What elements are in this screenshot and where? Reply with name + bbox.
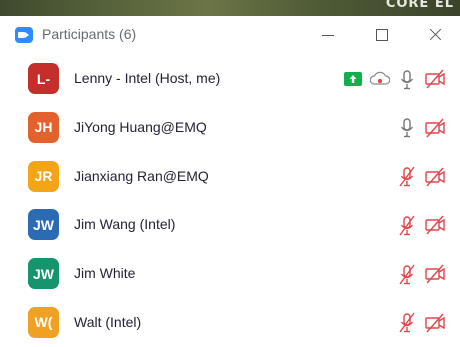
title-bar: Participants (6) bbox=[0, 16, 460, 54]
participant-row[interactable]: W( Walt (Intel) bbox=[0, 298, 460, 347]
participant-name: Jim Wang (Intel) bbox=[74, 216, 176, 233]
avatar: L- bbox=[28, 63, 59, 94]
participant-name: Lenny - Intel (Host, me) bbox=[74, 70, 221, 86]
video-off-icon[interactable] bbox=[424, 214, 446, 236]
close-button[interactable] bbox=[422, 22, 450, 48]
cloud-recording-icon[interactable] bbox=[370, 69, 390, 89]
minimize-button[interactable] bbox=[314, 22, 342, 48]
participant-name: Walt (Intel) bbox=[74, 313, 142, 330]
avatar: W( bbox=[28, 306, 59, 338]
avatar: JR bbox=[28, 160, 59, 192]
mic-muted-icon[interactable] bbox=[398, 166, 416, 187]
participant-status-icons bbox=[390, 117, 446, 139]
mic-muted-icon[interactable] bbox=[398, 264, 416, 285]
mic-icon[interactable] bbox=[398, 69, 416, 90]
avatar: JW bbox=[28, 209, 59, 241]
participant-name: Jim White bbox=[74, 265, 136, 282]
screen-share-icon[interactable] bbox=[344, 72, 362, 86]
participant-name: Jianxiang Ran@EMQ bbox=[74, 167, 209, 184]
background-text: CORE EL bbox=[385, 0, 454, 11]
participant-row[interactable]: JW Jim Wang (Intel) bbox=[0, 200, 460, 249]
participant-row[interactable]: L- Lenny - Intel (Host, me) bbox=[0, 54, 460, 103]
participant-row[interactable]: JR Jianxiang Ran@EMQ bbox=[0, 152, 460, 201]
avatar: JW bbox=[28, 258, 59, 290]
participant-row[interactable]: JH JiYong Huang@EMQ bbox=[0, 103, 460, 152]
mic-muted-icon[interactable] bbox=[398, 215, 416, 236]
participant-status-icons bbox=[390, 263, 446, 285]
participant-status-icons bbox=[336, 68, 446, 90]
video-off-icon[interactable] bbox=[424, 263, 446, 285]
avatar: JH bbox=[28, 111, 59, 143]
video-off-icon[interactable] bbox=[424, 166, 446, 188]
video-off-icon[interactable] bbox=[424, 312, 446, 334]
maximize-button[interactable] bbox=[368, 22, 396, 48]
mic-muted-icon[interactable] bbox=[398, 312, 416, 333]
participant-status-icons bbox=[390, 166, 446, 188]
video-off-icon[interactable] bbox=[424, 68, 446, 90]
participant-status-icons bbox=[390, 312, 446, 334]
zoom-app-icon bbox=[15, 27, 33, 43]
window-title: Participants (6) bbox=[42, 26, 137, 42]
mic-icon[interactable] bbox=[398, 117, 416, 138]
participant-name: JiYong Huang@EMQ bbox=[74, 118, 207, 135]
video-off-icon[interactable] bbox=[424, 117, 446, 139]
participant-status-icons bbox=[390, 214, 446, 236]
participant-row[interactable]: JW Jim White bbox=[0, 249, 460, 298]
video-background-strip: CORE EL bbox=[0, 0, 460, 16]
participant-list: L- Lenny - Intel (Host, me) JH JiYong Huan… bbox=[0, 54, 460, 347]
